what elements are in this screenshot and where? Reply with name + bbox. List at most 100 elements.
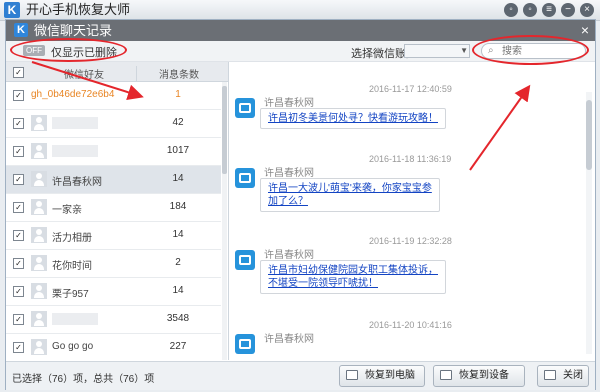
sender-avatar-icon	[235, 250, 255, 270]
message-count: 3548	[166, 313, 190, 324]
close-app-icon[interactable]: ×	[580, 3, 594, 17]
message-count: 1017	[166, 145, 190, 156]
friend-list: ✓ 微信好友 消息条数 ✓ gh_0b46de72e6b4 1 ✓ 42 ✓ 1017 ✓ 许昌…	[6, 62, 229, 360]
friend-name: 一家亲	[52, 205, 82, 216]
minimize-icon[interactable]: −	[561, 3, 575, 17]
message-link-bubble[interactable]: 许昌市妇幼保健院园女职工集体投诉， 不堪受一院领导吓唬扰！	[260, 260, 446, 294]
device-icon	[440, 370, 452, 380]
menu-icon[interactable]: ≡	[542, 3, 556, 17]
restore-to-device-button[interactable]: 恢复到设备	[433, 365, 525, 387]
message-count: 14	[172, 285, 184, 296]
message-sender: 许昌春秋网	[264, 168, 314, 179]
blurred-name	[52, 145, 98, 157]
friend-row[interactable]: ✓ 42	[6, 110, 221, 138]
avatar-icon	[31, 227, 47, 243]
friend-row[interactable]: ✓ gh_0b46de72e6b4 1	[6, 82, 221, 110]
wechat-icon[interactable]: ◦	[504, 3, 518, 17]
avatar-icon	[31, 199, 47, 215]
chevron-down-icon: ▼	[460, 46, 468, 55]
account-select[interactable]: ▼	[404, 44, 470, 58]
dialog-logo-icon: K	[14, 23, 28, 37]
selection-status: 已选择（76）项，总共（76）项	[12, 374, 155, 385]
friend-row[interactable]: ✓ Go go go 227	[6, 334, 221, 360]
message-sender: 许昌春秋网	[264, 98, 314, 109]
friend-list-scrollbar[interactable]	[222, 82, 227, 360]
message-count: 2	[175, 257, 181, 268]
message-timestamp: 2016-11-19 12:32:28	[369, 236, 452, 246]
close-label: 关闭	[563, 370, 583, 381]
row-checkbox[interactable]: ✓	[13, 230, 24, 241]
chat-scrollbar[interactable]	[586, 92, 592, 354]
app-title: 开心手机恢复大师	[26, 2, 131, 17]
friend-row[interactable]: ✓ 许昌春秋网 14	[6, 166, 221, 194]
row-checkbox[interactable]: ✓	[13, 118, 24, 129]
restore-to-pc-label: 恢复到电脑	[365, 370, 415, 381]
dialog-close-icon[interactable]: ×	[581, 22, 589, 38]
app-titlebar: K 开心手机恢复大师 ◦ ◦ ≡ − ×	[0, 0, 600, 21]
friend-list-header: ✓ 微信好友 消息条数	[6, 62, 228, 82]
status-bar: 已选择（76）项，总共（76）项 恢复到电脑 恢复到设备 关闭	[6, 361, 595, 390]
friend-name: 许昌春秋网	[52, 177, 102, 188]
message-count: 227	[169, 341, 187, 352]
message-count: 42	[172, 117, 184, 128]
message-count: 1	[175, 89, 181, 100]
app-logo-icon: K	[4, 2, 20, 18]
row-checkbox[interactable]: ✓	[13, 146, 24, 157]
message-link-bubble[interactable]: 许昌一大波儿'萌宝'来袭，你家宝宝参 加了么？	[260, 178, 440, 212]
friend-row[interactable]: ✓ 3548	[6, 306, 221, 334]
annotation-ellipse-filter	[10, 38, 127, 62]
friend-column-header[interactable]: 微信好友	[34, 66, 134, 81]
row-checkbox[interactable]: ✓	[13, 258, 24, 269]
friend-row[interactable]: ✓ 栗子957 14	[6, 278, 221, 306]
avatar-icon	[31, 311, 47, 327]
avatar-icon	[31, 283, 47, 299]
weibo-icon[interactable]: ◦	[523, 3, 537, 17]
message-line: 许昌市妇幼保健院园女职工集体投诉，	[268, 265, 438, 276]
row-checkbox[interactable]: ✓	[13, 286, 24, 297]
exit-icon	[544, 370, 556, 380]
message-line: 加了么？	[268, 196, 308, 207]
message-timestamp: 2016-11-17 12:40:59	[369, 84, 452, 94]
sender-avatar-icon	[235, 168, 255, 188]
friend-row[interactable]: ✓ 活力相册 14	[6, 222, 221, 250]
message-sender: 许昌春秋网	[264, 334, 314, 345]
close-button[interactable]: 关闭	[537, 365, 589, 387]
row-checkbox[interactable]: ✓	[13, 90, 24, 101]
message-count: 184	[169, 201, 187, 212]
dialog-title: 微信聊天记录	[34, 23, 113, 38]
select-all-checkbox[interactable]: ✓	[13, 67, 24, 78]
row-checkbox[interactable]: ✓	[13, 202, 24, 213]
message-link-bubble[interactable]: 许昌初冬美景何处寻？快看游玩攻略！	[260, 108, 446, 129]
restore-to-pc-button[interactable]: 恢复到电脑	[339, 365, 425, 387]
message-timestamp: 2016-11-18 11:36:19	[369, 154, 452, 164]
friend-name: 栗子957	[52, 289, 89, 300]
friend-name: 活力相册	[52, 233, 92, 244]
sender-avatar-icon	[235, 98, 255, 118]
avatar-icon	[31, 143, 47, 159]
row-checkbox[interactable]: ✓	[13, 314, 24, 325]
friend-row[interactable]: ✓ 花你时间 2	[6, 250, 221, 278]
scrollbar-thumb[interactable]	[586, 100, 592, 170]
friend-row[interactable]: ✓ 一家亲 184	[6, 194, 221, 222]
avatar-icon	[31, 115, 47, 131]
titlebar-icons: ◦ ◦ ≡ − ×	[504, 3, 594, 17]
message-sender: 许昌春秋网	[264, 250, 314, 261]
friend-name: 花你时间	[52, 261, 92, 272]
message-line: 许昌初冬美景何处寻？快看游玩攻略！	[268, 113, 438, 124]
restore-to-device-label: 恢复到设备	[459, 370, 509, 381]
row-checkbox[interactable]: ✓	[13, 342, 24, 353]
friend-row[interactable]: ✓ 1017	[6, 138, 221, 166]
sender-avatar-icon	[235, 334, 255, 354]
friend-name: gh_0b46de72e6b4	[31, 89, 115, 100]
computer-icon	[346, 370, 358, 380]
blurred-name	[52, 117, 98, 129]
scrollbar-thumb[interactable]	[222, 86, 227, 174]
message-count: 14	[172, 173, 184, 184]
friend-name: Go go go	[52, 341, 94, 352]
annotation-ellipse-search	[472, 35, 589, 65]
row-checkbox[interactable]: ✓	[13, 174, 24, 185]
count-column-header[interactable]: 消息条数	[136, 66, 221, 81]
message-timestamp: 2016-11-20 10:41:16	[369, 320, 452, 330]
chat-panel: 2016-11-17 12:40:59 许昌春秋网 许昌初冬美景何处寻？快看游玩攻略…	[229, 62, 595, 360]
avatar-icon	[31, 339, 47, 355]
